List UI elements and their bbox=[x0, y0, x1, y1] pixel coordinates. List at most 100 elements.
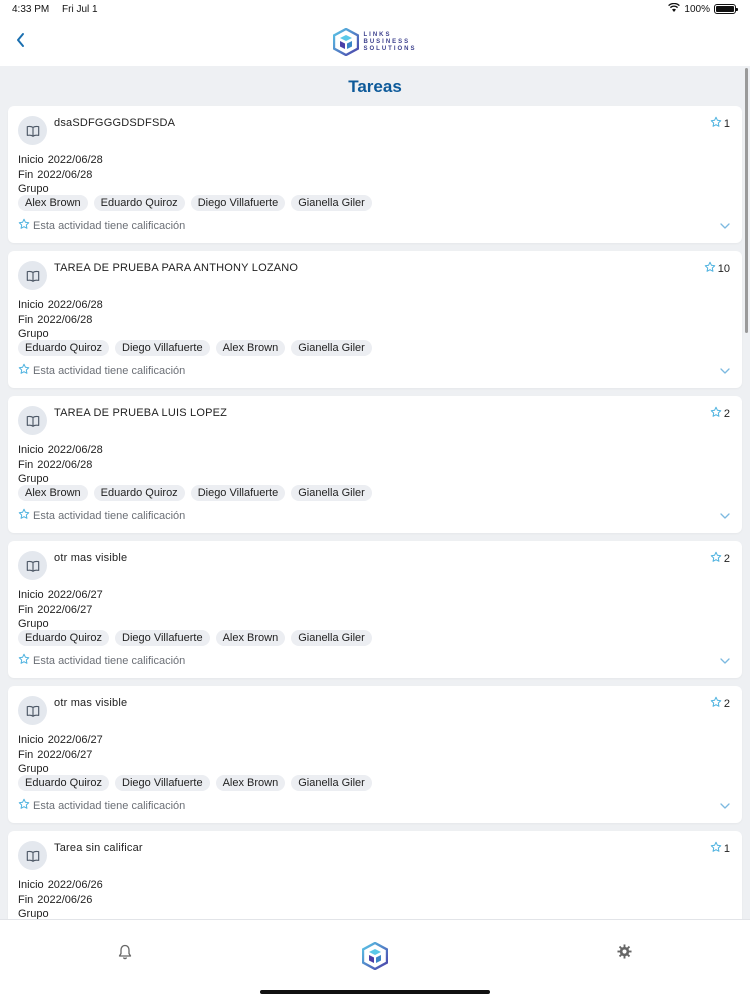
start-label: Inicio bbox=[18, 879, 44, 891]
scrollbar[interactable] bbox=[745, 68, 748, 333]
end-label: Fin bbox=[18, 748, 34, 761]
star-icon bbox=[710, 841, 722, 856]
start-label: Inicio bbox=[18, 154, 44, 166]
start-date: 2022/06/26 bbox=[47, 879, 103, 891]
star-icon bbox=[710, 406, 722, 421]
star-icon bbox=[18, 218, 30, 233]
start-label: Inicio bbox=[18, 444, 44, 456]
page-title: Tareas bbox=[348, 77, 402, 96]
app-logo: LINKS BUSINESS SOLUTIONS bbox=[333, 28, 416, 56]
battery-icon bbox=[714, 4, 738, 14]
score-value: 1 bbox=[723, 842, 730, 855]
end-label: Fin bbox=[18, 458, 34, 471]
member-chips: Eduardo Quiroz Diego Villafuerte Alex Brow… bbox=[18, 340, 372, 356]
member-chip: Gianella Giler bbox=[291, 775, 372, 791]
tab-notifications[interactable] bbox=[116, 944, 134, 964]
start-label: Inicio bbox=[18, 589, 44, 601]
task-score[interactable]: 2 bbox=[710, 406, 730, 421]
chevron-left-icon bbox=[15, 32, 25, 53]
tab-settings[interactable] bbox=[615, 944, 633, 964]
start-date: 2022/06/28 bbox=[47, 444, 103, 456]
bell-icon bbox=[118, 944, 132, 965]
member-chip: Gianella Giler bbox=[291, 630, 372, 646]
start-date: 2022/06/28 bbox=[47, 299, 103, 311]
member-chips: Alex Brown Eduardo Quiroz Diego Villafuert… bbox=[18, 195, 372, 211]
start-row: Inicio 2022/06/28 bbox=[18, 443, 103, 458]
member-chip: Eduardo Quiroz bbox=[18, 775, 110, 791]
star-icon bbox=[710, 551, 722, 566]
task-title: otr mas visible bbox=[54, 697, 128, 709]
task-card[interactable]: TAREA DE PRUEBA LUIS LOPEZ 2 Inicio 2022/… bbox=[8, 396, 742, 533]
task-card[interactable]: otr mas visible 2 Inicio 2022/06/27 Fin 20… bbox=[8, 541, 742, 678]
member-chip: Gianella Giler bbox=[291, 485, 372, 501]
task-card[interactable]: otr mas visible 2 Inicio 2022/06/27 Fin 20… bbox=[8, 686, 742, 823]
main-content[interactable]: Tareas dsaSDFGGGDSDFSDA 1 Inicio 2022/06/… bbox=[0, 66, 750, 919]
chevron-down-icon bbox=[720, 651, 730, 669]
status-date: Fri Jul 1 bbox=[62, 3, 98, 15]
task-title: Tarea sin calificar bbox=[54, 842, 143, 854]
member-chip: Alex Brown bbox=[18, 485, 88, 501]
task-score[interactable]: 2 bbox=[710, 551, 730, 566]
rating-note-text: Esta actividad tiene calificación bbox=[33, 654, 186, 667]
end-row: Fin 2022/06/27 bbox=[18, 603, 103, 618]
logo-line: LINKS bbox=[363, 31, 392, 38]
end-row: Fin 2022/06/27 bbox=[18, 748, 103, 763]
end-date: 2022/06/27 bbox=[37, 748, 93, 761]
member-chips: Eduardo Quiroz Diego Villafuerte Alex Brow… bbox=[18, 630, 372, 646]
rating-note-text: Esta actividad tiene calificación bbox=[33, 364, 186, 377]
rating-note: Esta actividad tiene calificación bbox=[18, 653, 185, 668]
expand-button[interactable] bbox=[718, 508, 732, 522]
end-label: Fin bbox=[18, 313, 34, 326]
task-score[interactable]: 1 bbox=[710, 841, 730, 856]
end-label: Fin bbox=[18, 168, 34, 181]
score-value: 2 bbox=[723, 407, 730, 420]
nav-bar: LINKS BUSINESS SOLUTIONS bbox=[0, 18, 750, 66]
start-label: Inicio bbox=[18, 299, 44, 311]
back-button[interactable] bbox=[10, 30, 30, 54]
expand-button[interactable] bbox=[718, 798, 732, 812]
task-card[interactable]: Tarea sin calificar 1 Inicio 2022/06/26 F… bbox=[8, 831, 742, 919]
member-chip: Alex Brown bbox=[18, 195, 88, 211]
member-chip: Eduardo Quiroz bbox=[18, 340, 110, 356]
start-date: 2022/06/27 bbox=[47, 734, 103, 746]
task-list: dsaSDFGGGDSDFSDA 1 Inicio 2022/06/28 Fin 2… bbox=[0, 106, 750, 919]
expand-button[interactable] bbox=[718, 218, 732, 232]
task-dates: Inicio 2022/06/28 Fin 2022/06/28 Grupo bbox=[18, 153, 103, 197]
book-icon bbox=[18, 406, 47, 435]
task-card[interactable]: TAREA DE PRUEBA PARA ANTHONY LOZANO 10 I… bbox=[8, 251, 742, 388]
end-row: Fin 2022/06/28 bbox=[18, 313, 103, 328]
end-row: Fin 2022/06/28 bbox=[18, 458, 103, 473]
member-chip: Eduardo Quiroz bbox=[93, 195, 185, 211]
task-dates: Inicio 2022/06/27 Fin 2022/06/27 Grupo bbox=[18, 733, 103, 777]
member-chip: Gianella Giler bbox=[291, 195, 372, 211]
home-indicator[interactable] bbox=[260, 990, 490, 994]
start-date: 2022/06/28 bbox=[47, 154, 103, 166]
task-dates: Inicio 2022/06/28 Fin 2022/06/28 Grupo bbox=[18, 443, 103, 487]
end-date: 2022/06/26 bbox=[37, 893, 93, 906]
logo-icon bbox=[362, 942, 388, 970]
expand-button[interactable] bbox=[718, 363, 732, 377]
start-label: Inicio bbox=[18, 734, 44, 746]
wifi-icon bbox=[668, 2, 681, 15]
end-label: Fin bbox=[18, 893, 34, 906]
start-row: Inicio 2022/06/28 bbox=[18, 153, 103, 168]
start-row: Inicio 2022/06/28 bbox=[18, 298, 103, 313]
task-score[interactable]: 2 bbox=[710, 696, 730, 711]
expand-button[interactable] bbox=[718, 653, 732, 667]
member-chip: Diego Villafuerte bbox=[115, 340, 210, 356]
task-score[interactable]: 10 bbox=[704, 261, 730, 276]
rating-note-text: Esta actividad tiene calificación bbox=[33, 219, 186, 232]
logo-line: SOLUTIONS bbox=[363, 45, 417, 52]
end-row: Fin 2022/06/28 bbox=[18, 168, 103, 183]
start-row: Inicio 2022/06/27 bbox=[18, 733, 103, 748]
task-score[interactable]: 1 bbox=[710, 116, 730, 131]
task-card[interactable]: dsaSDFGGGDSDFSDA 1 Inicio 2022/06/28 Fin 2… bbox=[8, 106, 742, 243]
end-label: Fin bbox=[18, 603, 34, 616]
member-chips: Alex Brown Eduardo Quiroz Diego Villafuert… bbox=[18, 485, 372, 501]
score-value: 10 bbox=[717, 262, 730, 275]
logo-wordmark: LINKS BUSINESS SOLUTIONS bbox=[363, 32, 416, 53]
star-icon bbox=[18, 508, 30, 523]
tab-home[interactable] bbox=[360, 940, 390, 972]
start-row: Inicio 2022/06/27 bbox=[18, 588, 103, 603]
member-chip: Alex Brown bbox=[215, 775, 286, 791]
